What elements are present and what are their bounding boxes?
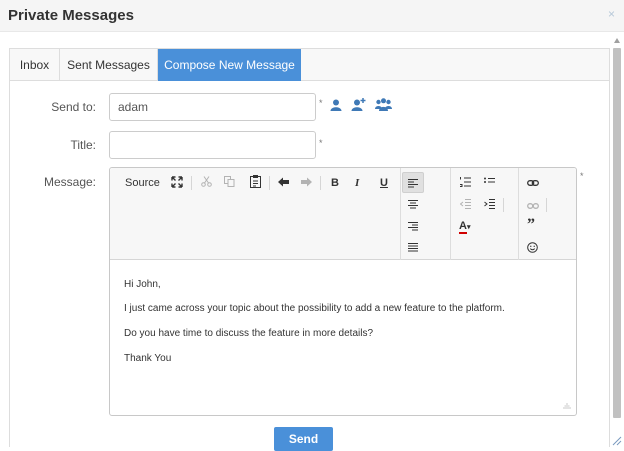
text-color-button[interactable]: A▾ bbox=[459, 219, 470, 235]
italic-button[interactable]: I bbox=[355, 176, 359, 190]
required-marker: * bbox=[580, 171, 584, 181]
unlink-icon[interactable] bbox=[527, 200, 539, 214]
rich-text-editor[interactable]: Source B I U A▾ ” Hi John, I just came a… bbox=[109, 167, 577, 416]
toolbar-separator bbox=[546, 198, 547, 212]
editor-toolbar: Source B I U A▾ ” bbox=[110, 168, 576, 260]
message-line: Do you have time to discuss the feature … bbox=[124, 328, 374, 339]
toolbar-separator bbox=[503, 198, 504, 212]
message-line: I just came across your topic about the … bbox=[124, 303, 505, 314]
align-left-icon[interactable] bbox=[408, 178, 418, 192]
underline-button[interactable]: U bbox=[380, 176, 388, 190]
scroll-up-arrow-icon[interactable] bbox=[614, 38, 620, 43]
undo-icon[interactable] bbox=[278, 177, 290, 191]
required-marker: * bbox=[319, 138, 323, 148]
chevron-down-icon: ▾ bbox=[466, 224, 471, 231]
toolbar-divider bbox=[400, 168, 401, 260]
message-line: Thank You bbox=[124, 353, 172, 364]
dialog-header: Private Messages × bbox=[0, 0, 624, 32]
copy-icon[interactable] bbox=[224, 176, 235, 191]
text-color-label: A bbox=[459, 220, 467, 234]
cut-icon[interactable] bbox=[201, 176, 212, 191]
toolbar-divider bbox=[450, 168, 451, 260]
source-button[interactable]: Source bbox=[125, 176, 160, 190]
toolbar-divider bbox=[518, 168, 519, 260]
scrollbar-thumb[interactable] bbox=[613, 48, 621, 418]
align-center-icon[interactable] bbox=[408, 199, 418, 213]
tab-inbox[interactable]: Inbox bbox=[10, 49, 60, 81]
vertical-scrollbar[interactable] bbox=[612, 38, 622, 447]
bold-button[interactable]: B bbox=[331, 176, 339, 190]
align-justify-icon[interactable] bbox=[408, 242, 418, 256]
tab-bar: Inbox Sent Messages Compose New Message bbox=[10, 49, 609, 81]
title-label: Title: bbox=[70, 138, 96, 152]
title-input[interactable] bbox=[109, 131, 316, 159]
required-marker: * bbox=[319, 98, 323, 108]
close-icon[interactable]: × bbox=[608, 7, 615, 21]
bulleted-list-icon[interactable] bbox=[484, 177, 495, 191]
send-to-label: Send to: bbox=[51, 100, 96, 114]
toolbar-separator bbox=[191, 176, 192, 190]
link-icon[interactable] bbox=[527, 177, 539, 191]
user-add-icon[interactable] bbox=[351, 98, 367, 114]
align-right-icon[interactable] bbox=[408, 221, 418, 235]
redo-icon[interactable] bbox=[300, 177, 312, 191]
tab-sent-messages[interactable]: Sent Messages bbox=[60, 49, 158, 81]
dialog-title: Private Messages bbox=[8, 7, 134, 24]
resize-grip-icon[interactable] bbox=[612, 436, 622, 446]
toolbar-separator bbox=[320, 176, 321, 190]
send-to-input[interactable]: adam bbox=[109, 93, 316, 121]
decrease-indent-icon[interactable] bbox=[459, 199, 471, 213]
toolbar-separator bbox=[269, 176, 270, 190]
increase-indent-icon[interactable] bbox=[484, 199, 495, 213]
numbered-list-icon[interactable] bbox=[460, 177, 471, 191]
paste-icon[interactable] bbox=[250, 175, 261, 192]
message-label: Message: bbox=[43, 175, 96, 189]
editor-resize-icon[interactable] bbox=[562, 398, 572, 412]
users-group-icon[interactable] bbox=[375, 98, 392, 114]
maximize-icon[interactable] bbox=[171, 176, 183, 192]
message-line: Hi John, bbox=[124, 279, 161, 290]
compose-panel: Inbox Sent Messages Compose New Message … bbox=[9, 48, 610, 451]
send-button[interactable]: Send bbox=[274, 427, 333, 451]
smiley-icon[interactable] bbox=[527, 242, 538, 257]
user-icon[interactable] bbox=[330, 99, 342, 114]
blockquote-button[interactable]: ” bbox=[527, 217, 535, 233]
tab-compose-new-message[interactable]: Compose New Message bbox=[158, 49, 301, 81]
